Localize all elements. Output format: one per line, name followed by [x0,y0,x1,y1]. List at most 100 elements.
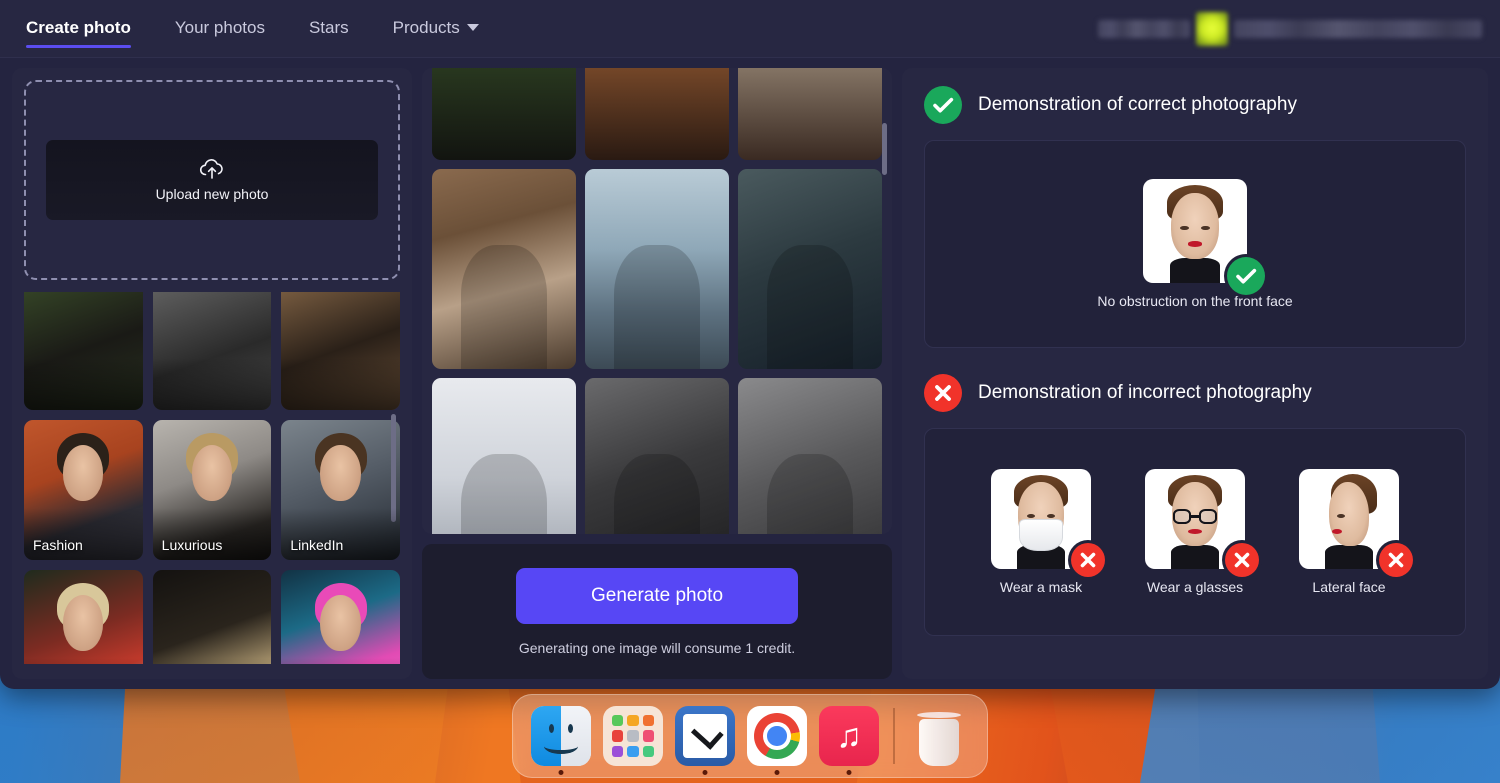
generate-photo-button[interactable]: Generate photo [516,567,798,624]
dock-item-launchpad[interactable] [597,701,669,771]
photo-wrap [991,469,1105,577]
neck-shape [1171,545,1219,569]
thumb-shade [281,358,400,410]
dock-item-music[interactable]: ♫ [813,701,885,775]
tab-create-photo[interactable]: Create photo [26,18,131,48]
results-grid [432,68,882,534]
style-card-label: Luxurious [161,537,223,553]
top-navigation-bar: Create photo Your photos Stars Products [0,0,1500,58]
running-indicator-dot [774,770,780,775]
result-thumbnail[interactable] [585,169,729,369]
tab-your-photos[interactable]: Your photos [175,18,265,48]
thumb-face [63,445,104,502]
photo-wrap [1143,179,1265,295]
dock-item-trash[interactable] [903,701,975,771]
eye-shape [1047,514,1055,518]
style-card-fashion[interactable]: Fashion [24,420,143,560]
tab-stars[interactable]: Stars [309,18,349,48]
dock-item-things[interactable] [669,701,741,775]
results-scrollbar[interactable] [882,123,887,175]
account-area[interactable] [1098,12,1482,46]
style-list-scroll-area[interactable]: Fashion Luxurious LinkedIn [24,292,400,664]
style-card-christmas[interactable]: Christmas [24,570,143,664]
main-content: Upload new photo Fashion Luxurious Linke… [0,58,1500,689]
thumb-shade [24,358,143,410]
thumb-shade [24,658,143,664]
running-indicator-dot [702,770,708,775]
results-panel[interactable] [422,68,892,534]
thumb-face [320,445,361,502]
account-badge-icon [1196,12,1228,46]
style-card[interactable] [281,292,400,410]
tab-label: Products [392,17,460,37]
result-thumbnail[interactable] [738,169,882,369]
style-card-baroque[interactable]: Baroque [152,570,272,664]
result-thumbnail[interactable] [432,378,576,534]
result-thumbnail[interactable] [738,378,882,534]
lens-shape [1173,509,1192,524]
demo-caption: No obstruction on the front face [1097,293,1293,309]
photo-wrap [1299,469,1413,577]
app-window: Create photo Your photos Stars Products [0,0,1500,689]
action-panel: Generate photo Generating one image will… [422,544,892,679]
photo-wrap [1145,469,1259,577]
result-thumbnail[interactable] [432,68,576,160]
left-panel: Upload new photo Fashion Luxurious Linke… [12,68,412,679]
figure-shape [613,245,701,369]
face-shape [1329,482,1369,546]
style-card-luxurious[interactable]: Luxurious [152,420,272,560]
thumb-shade [152,658,272,664]
eye-shape [1337,514,1345,518]
result-thumbnail[interactable] [738,68,882,160]
demo-item-glasses: Wear a glasses [1145,469,1259,595]
trash-icon [909,706,969,766]
lip-shape [1332,529,1342,534]
chevron-down-icon [466,23,479,31]
result-thumbnail[interactable] [585,378,729,534]
status-x-icon [1379,543,1413,577]
lens-shape [1198,509,1217,524]
lip-shape [1188,529,1202,534]
thumb-face [63,595,104,652]
eyeglasses-shape [1173,509,1217,524]
demo-caption: Lateral face [1312,579,1386,595]
style-card[interactable] [24,292,143,410]
demo-caption: Wear a mask [999,579,1083,595]
status-x-icon [1071,543,1105,577]
running-indicator-dot [558,770,564,775]
macos-dock: ♫ [512,694,988,778]
figure-shape [460,454,548,534]
credit-consumption-note: Generating one image will consume 1 cred… [518,639,796,656]
bridge-shape [1190,515,1200,518]
things-checkbox-icon [675,706,735,766]
cloud-upload-icon [199,158,225,180]
face-mask-shape [1019,519,1063,551]
blurred-account-text-left [1098,20,1190,38]
tab-label: Create photo [26,17,131,37]
style-card-cyberpunk[interactable]: Cyberpunk [281,570,400,664]
eye-shape [1201,225,1210,230]
chrome-icon [747,706,807,766]
upload-dropzone[interactable]: Upload new photo [24,80,400,280]
style-card[interactable] [152,292,272,410]
demo-caption: Wear a glasses [1146,579,1244,595]
left-panel-scrollbar[interactable] [391,414,396,522]
upload-new-photo-button[interactable]: Upload new photo [46,140,378,220]
thumb-shade [281,658,400,664]
result-thumbnail[interactable] [432,169,576,369]
running-indicator-dot [846,770,852,775]
style-card-label: LinkedIn [290,537,344,553]
face-shape [1171,192,1219,260]
demo-item-lateral-face: Lateral face [1299,469,1413,595]
tab-label: Stars [308,17,349,37]
result-thumbnail[interactable] [585,68,729,160]
dock-item-finder[interactable] [525,701,597,775]
style-card-label: Fashion [33,537,83,553]
eye-shape [1180,225,1189,230]
thumb-face [191,445,233,502]
blurred-account-text-right [1234,20,1482,38]
dock-item-chrome[interactable] [741,701,813,775]
style-card-linkedin[interactable]: LinkedIn [281,420,400,560]
tab-products[interactable]: Products [393,18,479,48]
neck-shape [1325,545,1373,569]
